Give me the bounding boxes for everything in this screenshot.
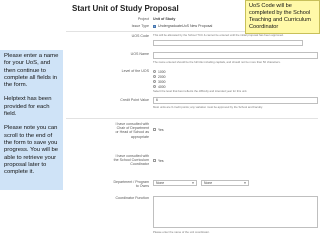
level-option-label: 1000 bbox=[158, 69, 166, 74]
tcc-option-label: Yes bbox=[158, 158, 164, 163]
coordinator-label: Coordinator Function bbox=[115, 196, 149, 200]
level-option-label: 2000 bbox=[158, 74, 166, 79]
project-value: Unit of Study bbox=[153, 17, 176, 21]
level-radio-4000[interactable] bbox=[153, 85, 156, 88]
project-label: Project bbox=[137, 17, 149, 21]
level-help: Select the level that best reflects the … bbox=[153, 89, 248, 93]
divider bbox=[66, 118, 318, 119]
uos-code-note: UoS Code will be completed by the School… bbox=[245, 0, 320, 34]
department-select[interactable]: None ▼ bbox=[153, 180, 197, 186]
tcc-label: I have consulted with the School Curricu… bbox=[113, 154, 149, 167]
department-label: Department / Program to Owns bbox=[113, 180, 149, 189]
chevron-down-icon: ▼ bbox=[243, 181, 247, 185]
level-radio-3000[interactable] bbox=[153, 80, 156, 83]
tcc-checkbox[interactable] bbox=[153, 159, 156, 162]
chevron-down-icon: ▼ bbox=[191, 181, 195, 185]
left-instruction-note: Please enter a name for your UoS, and th… bbox=[0, 50, 63, 190]
level-label: Level of the UOS bbox=[121, 69, 149, 73]
coordinator-help: Please enter the name of the unit coordi… bbox=[153, 230, 210, 234]
credit-label: Credit Point Value bbox=[120, 98, 149, 102]
uos-code-input[interactable] bbox=[153, 40, 303, 46]
note-paragraph: Please note you can scroll to the end of… bbox=[4, 125, 59, 176]
level-radio-1000[interactable] bbox=[153, 70, 156, 73]
uos-name-help: The name entered should be the full titl… bbox=[153, 60, 281, 64]
department-select-value: None bbox=[156, 181, 165, 185]
hos-option-label: Yes bbox=[158, 127, 164, 132]
coordinator-textarea[interactable] bbox=[153, 196, 318, 228]
proposal-form: Start Unit of Study Proposal Project Uni… bbox=[64, 0, 320, 240]
note-paragraph: Helptext has been provided for each fiel… bbox=[4, 96, 52, 118]
uos-code-help: This will be allocated by the School TCC… bbox=[153, 33, 284, 37]
issue-type-icon bbox=[153, 24, 156, 28]
hos-label: I have consulted with Chair of Departmen… bbox=[115, 122, 149, 139]
credit-input[interactable]: 6 bbox=[153, 97, 318, 104]
credit-help: Most units are 6 credit points; any vari… bbox=[153, 105, 263, 109]
program-select[interactable]: None ▼ bbox=[201, 180, 249, 186]
level-option-label: 3000 bbox=[158, 79, 166, 84]
level-option-label: 4000 bbox=[158, 84, 166, 89]
program-select-value: None bbox=[204, 181, 213, 185]
uos-name-input[interactable] bbox=[153, 52, 318, 59]
uos-name-label: UOS Name bbox=[130, 52, 149, 56]
level-radio-2000[interactable] bbox=[153, 75, 156, 78]
page-title: Start Unit of Study Proposal bbox=[72, 4, 179, 13]
issue-type-label: Issue Type bbox=[131, 24, 149, 28]
uos-code-label: UOS Code bbox=[131, 34, 149, 38]
note-paragraph: Please enter a name for your UoS, and th… bbox=[4, 53, 59, 89]
hos-checkbox[interactable] bbox=[153, 128, 156, 131]
issue-type-value: UndergraduateUoS New Proposal bbox=[158, 24, 213, 28]
